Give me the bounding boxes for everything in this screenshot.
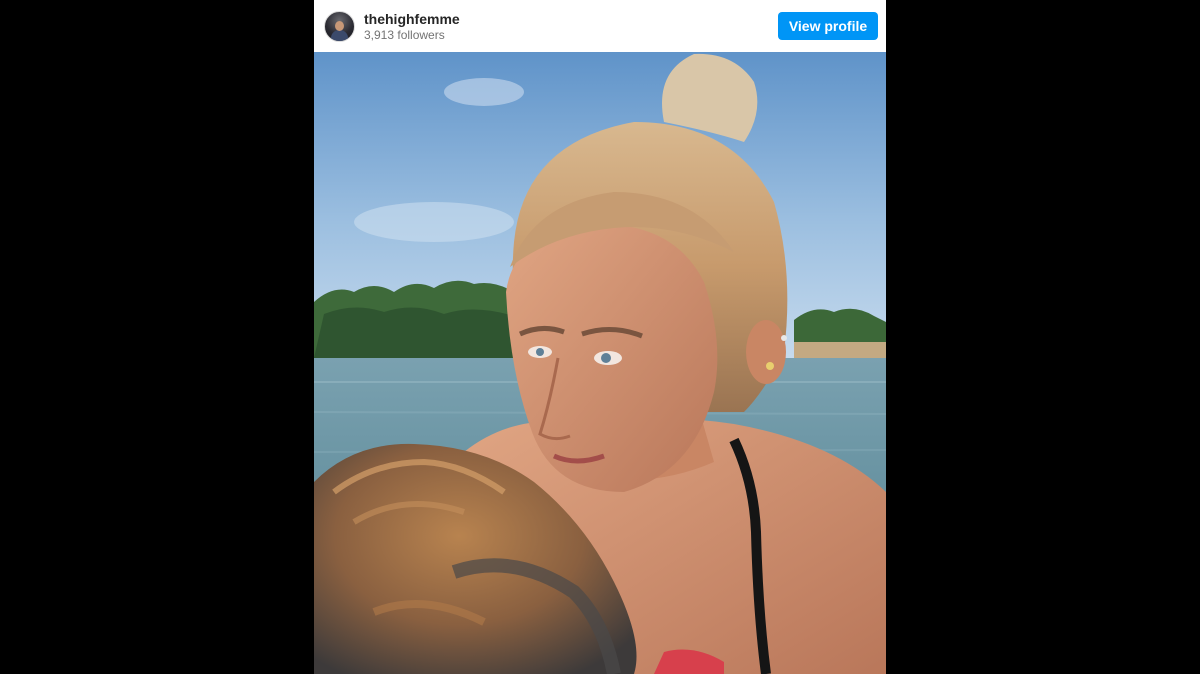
profile-avatar[interactable]	[324, 11, 355, 42]
view-profile-button[interactable]: View profile	[778, 12, 878, 40]
page-backdrop: thehighfemme 3,913 followers View profil…	[0, 0, 1200, 674]
embed-header: thehighfemme 3,913 followers View profil…	[314, 0, 886, 52]
instagram-embed: thehighfemme 3,913 followers View profil…	[314, 0, 886, 674]
post-photo[interactable]	[314, 52, 886, 674]
avatar-face	[335, 21, 344, 31]
follower-count: 3,913 followers	[364, 28, 445, 42]
avatar-body	[331, 30, 348, 41]
username-link[interactable]: thehighfemme	[364, 11, 460, 27]
post-photo-illustration	[314, 52, 886, 674]
